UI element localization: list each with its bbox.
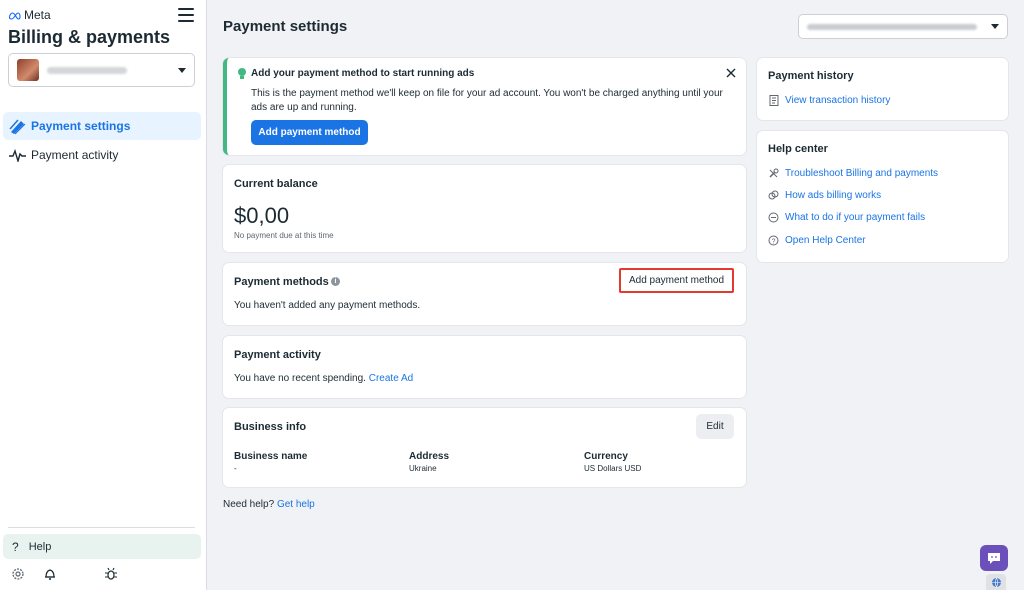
- question-icon: ?: [12, 539, 19, 554]
- add-payment-method-button[interactable]: Add payment method: [251, 120, 368, 145]
- chat-support-button[interactable]: [980, 545, 1008, 571]
- how-ads-billing-works-link[interactable]: How ads billing works: [768, 190, 881, 201]
- lightbulb-icon: [238, 68, 246, 79]
- gear-icon[interactable]: [10, 566, 26, 582]
- page-title: Payment settings: [223, 18, 348, 35]
- globe-icon[interactable]: [986, 574, 1006, 590]
- need-help: Need help? Get help: [223, 499, 315, 510]
- card-title: Payment history: [768, 70, 854, 82]
- receipt-icon: [768, 95, 779, 106]
- wrench-icon: [768, 168, 779, 179]
- banner-title: Add your payment method to start running…: [251, 68, 475, 79]
- info-icon[interactable]: i: [331, 277, 340, 286]
- brand-label: Meta: [24, 8, 51, 22]
- question-circle-icon: ?: [768, 235, 779, 246]
- open-help-center-link[interactable]: ? Open Help Center: [768, 235, 866, 246]
- coins-icon: [768, 190, 779, 201]
- balance-amount: $0,00: [234, 203, 290, 228]
- sidebar-help[interactable]: ? Help: [3, 534, 201, 559]
- field-value: US Dollars USD: [584, 464, 642, 473]
- payment-methods-empty-text: You haven't added any payment methods.: [234, 300, 421, 311]
- sidebar-item-label: Payment settings: [31, 119, 131, 133]
- chevron-down-icon: [991, 24, 999, 29]
- add-payment-method-secondary-button[interactable]: Add payment method: [619, 268, 734, 293]
- sidebar-item-payment-activity[interactable]: Payment activity: [3, 141, 201, 169]
- field-label: Business name: [234, 451, 308, 462]
- add-payment-banner: Add your payment method to start running…: [223, 58, 746, 155]
- view-transaction-history-link[interactable]: View transaction history: [768, 95, 890, 106]
- balance-note: No payment due at this time: [234, 231, 334, 240]
- avatar: [17, 59, 39, 81]
- payment-activity-text: You have no recent spending. Create Ad: [234, 373, 413, 384]
- payment-history-card: Payment history View transaction history: [757, 58, 1008, 120]
- payment-methods-card: Payment methods i You haven't added any …: [223, 263, 746, 325]
- svg-text:?: ?: [772, 238, 776, 245]
- sidebar-item-payment-settings[interactable]: Payment settings: [3, 112, 201, 140]
- pencil-card-icon: [8, 117, 26, 135]
- card-title: Payment activity: [234, 349, 321, 361]
- chat-bubble-icon: [988, 552, 1000, 564]
- need-help-text: Need help?: [223, 499, 275, 510]
- chevron-down-icon: [178, 67, 186, 73]
- card-title: Payment methods: [234, 276, 329, 288]
- payment-activity-card: Payment activity You have no recent spen…: [223, 336, 746, 398]
- sidebar: Meta Billing & payments Payment settings…: [0, 0, 207, 590]
- bottom-toolbar: [10, 566, 135, 582]
- bug-icon[interactable]: [103, 566, 119, 582]
- divider: [8, 527, 195, 528]
- create-ad-link[interactable]: Create Ad: [369, 373, 413, 384]
- card-title: Business info: [234, 421, 307, 433]
- account-selector[interactable]: [8, 53, 195, 87]
- app-title: Billing & payments: [8, 27, 171, 47]
- get-help-link[interactable]: Get help: [277, 499, 315, 510]
- business-info-card: Business info Edit Business name - Addre…: [223, 408, 746, 487]
- pulse-icon: [8, 146, 26, 164]
- payment-fails-link[interactable]: What to do if your payment fails: [768, 212, 925, 223]
- currency-field: Currency US Dollars USD: [584, 451, 641, 473]
- link-label: View transaction history: [785, 95, 891, 106]
- activity-message: You have no recent spending.: [234, 373, 366, 384]
- field-value: Ukraine: [409, 464, 437, 473]
- minus-circle-icon: [768, 212, 779, 223]
- field-label: Currency: [584, 451, 628, 462]
- menu-icon[interactable]: [178, 8, 194, 22]
- banner-text: This is the payment method we'll keep on…: [251, 88, 723, 113]
- meta-logo[interactable]: Meta: [8, 8, 51, 22]
- link-label: Troubleshoot Billing and payments: [785, 168, 939, 179]
- business-name-field: Business name -: [234, 451, 307, 473]
- ad-account-name-redacted: [807, 23, 977, 30]
- link-label: Open Help Center: [785, 235, 866, 246]
- meta-infinity-icon: [8, 11, 21, 20]
- troubleshoot-billing-link[interactable]: Troubleshoot Billing and payments: [768, 168, 938, 179]
- field-value: -: [234, 464, 237, 473]
- help-center-card: Help center Troubleshoot Billing and pay…: [757, 131, 1008, 262]
- sidebar-item-label: Payment activity: [31, 148, 119, 162]
- link-label: What to do if your payment fails: [785, 212, 926, 223]
- current-balance-card: Current balance $0,00 No payment due at …: [223, 165, 746, 252]
- bell-icon[interactable]: [42, 566, 58, 582]
- account-name-redacted: [47, 66, 127, 74]
- field-label: Address: [409, 451, 450, 462]
- card-title: Current balance: [234, 178, 318, 190]
- help-label: Help: [28, 540, 52, 553]
- address-field: Address Ukraine: [409, 451, 449, 473]
- edit-button[interactable]: Edit: [696, 414, 734, 439]
- card-title: Help center: [768, 143, 828, 155]
- ad-account-selector[interactable]: [798, 14, 1008, 39]
- link-label: How ads billing works: [785, 190, 882, 201]
- close-icon[interactable]: [724, 66, 738, 80]
